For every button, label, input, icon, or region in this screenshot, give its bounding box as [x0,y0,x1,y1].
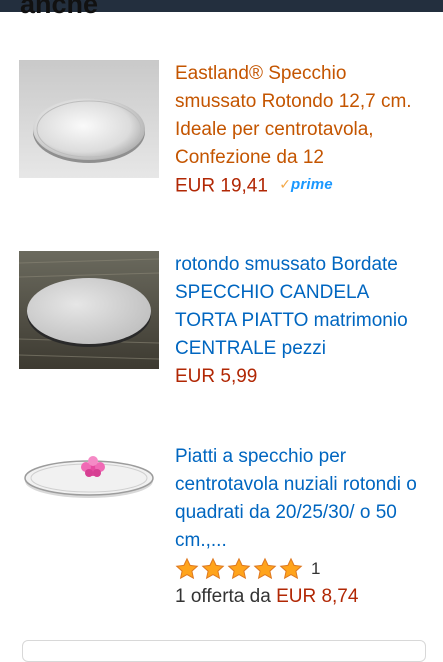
product-image[interactable] [19,443,159,513]
product-title-link[interactable]: Eastland® Specchio smussato Rotondo 12,7… [175,60,425,172]
star-icon [279,557,303,580]
star-icon [227,557,251,580]
section-heading: anche [20,0,99,19]
star-rating[interactable]: 1 [175,555,425,583]
product-price: EUR 5,99 [175,366,258,387]
rating-count[interactable]: 1 [311,559,320,579]
prime-check-icon: ✓ [279,176,291,192]
product-price: EUR 19,41 [175,175,268,197]
price-row: EUR 19,41 ✓prime [175,172,425,201]
product-title-link[interactable]: rotondo smussato Bordate SPECCHIO CANDEL… [175,251,425,363]
offer-prefix: 1 offerta da [175,586,271,607]
product-title-link[interactable]: Piatti a specchio per centrotavola nuzia… [175,443,425,555]
prime-badge: ✓prime [279,176,333,193]
product-image[interactable] [19,251,159,369]
star-icon [201,557,225,580]
product-image[interactable] [19,60,159,178]
star-icon [253,557,277,580]
star-icon [175,557,199,580]
offer-line[interactable]: 1 offerta da EUR 8,74 [175,583,425,611]
offer-price: EUR 8,74 [276,586,359,607]
next-card [22,640,426,662]
